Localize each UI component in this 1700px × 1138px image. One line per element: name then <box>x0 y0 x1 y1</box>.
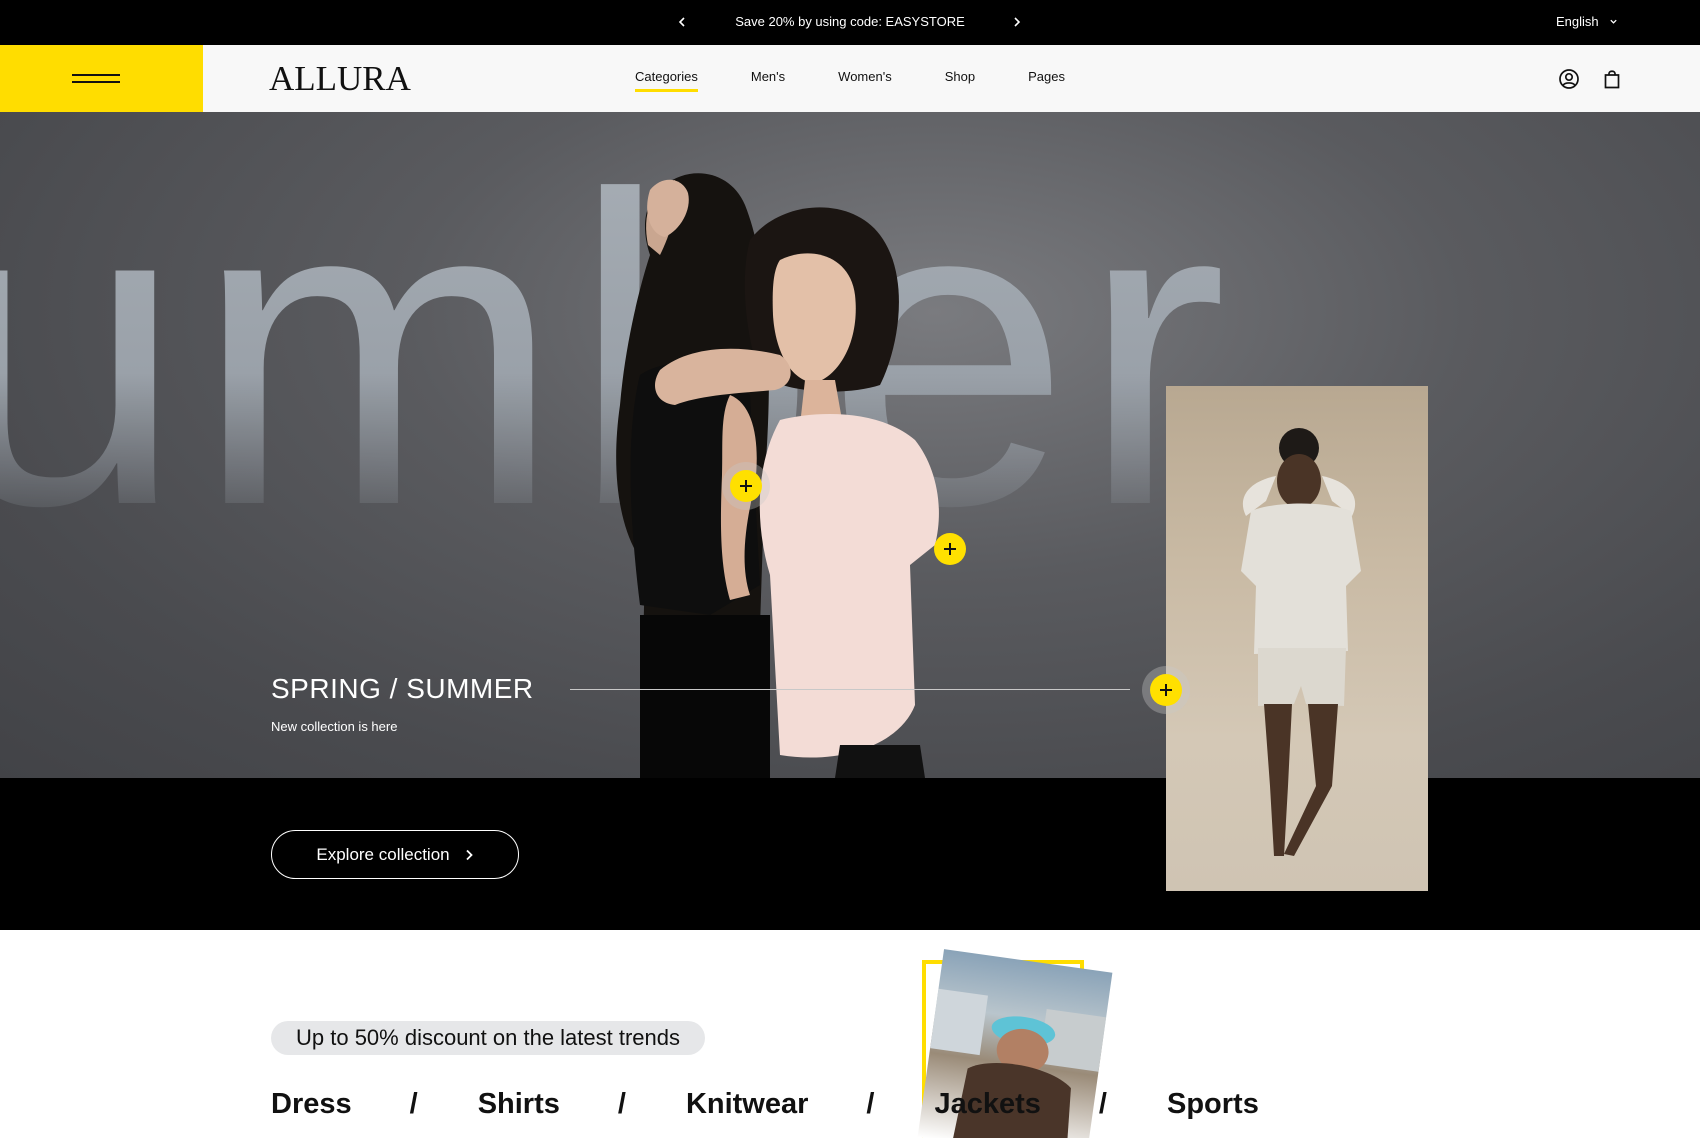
side-model-image <box>1166 386 1428 891</box>
category-separator: / <box>617 1088 626 1120</box>
announcement-message: Save 20% by using code: EASYSTORE <box>735 14 965 29</box>
main-nav: Categories Men's Women's Shop Pages <box>635 69 1065 92</box>
nav-item-categories[interactable]: Categories <box>635 69 698 92</box>
category-separator: / <box>866 1088 875 1120</box>
user-icon <box>1559 69 1579 89</box>
nav-item-mens[interactable]: Men's <box>751 69 785 84</box>
explore-collection-button[interactable]: Explore collection <box>271 830 519 879</box>
category-sports[interactable]: Sports <box>1167 1088 1259 1121</box>
chevron-right-icon <box>465 849 473 860</box>
logo[interactable]: ALLURA <box>269 59 411 99</box>
plus-icon <box>934 533 966 565</box>
language-label: English <box>1556 14 1599 29</box>
category-knitwear[interactable]: Knitwear <box>686 1088 808 1121</box>
hero-subtitle: New collection is here <box>271 719 398 734</box>
category-separator: / <box>409 1088 418 1120</box>
account-button[interactable] <box>1557 67 1581 91</box>
chevron-right-icon <box>1014 17 1021 27</box>
hero-divider-line <box>570 689 1130 690</box>
category-dress[interactable]: Dress <box>271 1088 352 1121</box>
chevron-down-icon <box>1609 19 1617 24</box>
cart-button[interactable] <box>1600 67 1624 91</box>
product-hotspot-3[interactable] <box>1142 666 1190 714</box>
side-model-illustration <box>1241 428 1361 856</box>
category-jackets[interactable]: Jackets <box>934 1088 1040 1121</box>
announcement-bar: Save 20% by using code: EASYSTORE Englis… <box>0 0 1700 45</box>
explore-collection-label: Explore collection <box>316 844 450 864</box>
product-hotspot-2[interactable] <box>926 525 974 573</box>
menu-button[interactable] <box>0 45 203 112</box>
category-list: Dress / Shirts / Knitwear / Jackets / Sp… <box>271 1088 1259 1121</box>
plus-icon <box>730 470 762 502</box>
nav-item-shop[interactable]: Shop <box>945 69 975 84</box>
plus-icon <box>1150 674 1182 706</box>
language-selector[interactable]: English <box>1556 14 1618 29</box>
menu-icon-line-bottom <box>72 81 120 83</box>
category-shirts[interactable]: Shirts <box>478 1088 560 1121</box>
nav-item-womens[interactable]: Women's <box>838 69 892 84</box>
announcement-next-button[interactable] <box>1008 13 1026 31</box>
hero-title: SPRING / SUMMER <box>271 673 534 704</box>
shopping-bag-icon <box>1604 70 1620 89</box>
menu-icon-line-top <box>72 74 120 76</box>
category-separator: / <box>1098 1088 1107 1120</box>
models-illustration <box>616 173 939 778</box>
discount-badge: Up to 50% discount on the latest trends <box>271 1021 706 1055</box>
site-header: ALLURA Categories Men's Women's Shop Pag… <box>0 45 1700 112</box>
hero-models-image <box>580 145 1050 778</box>
nav-item-pages[interactable]: Pages <box>1028 69 1065 84</box>
hero-bottom-band <box>0 778 1700 930</box>
product-hotspot-1[interactable] <box>722 462 770 510</box>
